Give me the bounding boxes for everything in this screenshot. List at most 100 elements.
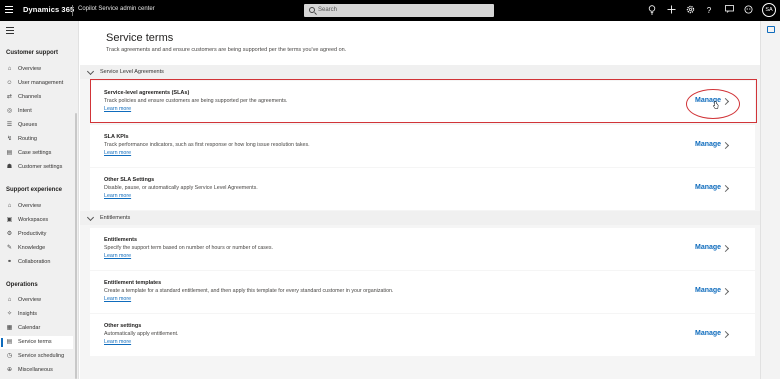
title-divider: [72, 5, 73, 16]
manage-button[interactable]: Manage: [695, 184, 721, 191]
sidebar-item-insights[interactable]: ✧ Insights: [0, 308, 73, 321]
queue-icon: ☰: [6, 122, 13, 128]
sidebar-item-label: Calendar: [18, 325, 41, 331]
sidebar-item-case-settings[interactable]: ▤ Case settings: [0, 147, 73, 160]
workspace-icon: ▣: [6, 217, 13, 223]
learn-more-link[interactable]: Learn more: [104, 150, 131, 156]
sidebar-item-channels[interactable]: ⇄ Channels: [0, 91, 73, 104]
page-header: Service terms Track agreements and and e…: [80, 21, 760, 65]
copilot-icon[interactable]: [743, 5, 753, 16]
manage-button[interactable]: Manage: [695, 287, 721, 294]
learn-more-link[interactable]: Learn more: [104, 339, 131, 345]
sidebar-item-workspaces[interactable]: ▣ Workspaces: [0, 214, 73, 227]
chevron-right-icon: [721, 97, 730, 106]
sidebar-item-user-management[interactable]: ☺ User management: [0, 77, 73, 90]
search-placeholder: Search: [318, 7, 338, 13]
sidebar-item-miscellaneous[interactable]: ⊕ Miscellaneous: [0, 364, 73, 377]
page-subtitle: Track agreements and and ensure customer…: [106, 47, 347, 53]
sidebar-item-overview[interactable]: ⌂ Overview: [0, 63, 73, 76]
chevron-down-icon: [86, 67, 95, 76]
card-title: Entitlement templates: [104, 280, 162, 286]
intent-icon: ◎: [6, 108, 13, 114]
service-terms-icon: ▤: [6, 339, 13, 345]
sidebar-item-collaboration[interactable]: ⚭ Collaboration: [0, 256, 73, 269]
help-icon[interactable]: ?: [704, 5, 714, 16]
sidebar-item-label: User management: [18, 80, 64, 86]
sidebar-scrollbar[interactable]: [75, 113, 77, 379]
card-description: Specify the support term based on number…: [104, 245, 274, 251]
card-description: Track policies and ensure customers are …: [104, 98, 288, 104]
card-description: Automatically apply entitlement.: [104, 331, 179, 337]
sidebar-item-customer-settings[interactable]: ☗ Customer settings: [0, 161, 73, 174]
sidebar-item-overview[interactable]: ⌂ Overview: [0, 294, 73, 307]
learn-more-link[interactable]: Learn more: [104, 193, 131, 199]
sidebar-item-label: Customer settings: [18, 164, 63, 170]
hamburger-menu-icon[interactable]: [6, 27, 14, 36]
sidebar-item-intent[interactable]: ◎ Intent: [0, 105, 73, 118]
card-entitlements: Entitlements Specify the support term ba…: [90, 228, 755, 270]
card-sla: Service-level agreements (SLAs) Track po…: [90, 81, 755, 123]
chevron-right-icon: [721, 184, 730, 193]
channels-icon: ⇄: [6, 94, 13, 100]
plus-icon[interactable]: [666, 5, 676, 16]
sidebar-item-routing[interactable]: ↯ Routing: [0, 133, 73, 146]
card-entitlement-templates: Entitlement templates Create a template …: [90, 271, 755, 313]
avatar[interactable]: SA: [762, 3, 776, 17]
feedback-icon[interactable]: [724, 5, 734, 16]
sidebar-item-knowledge[interactable]: ✎ Knowledge: [0, 242, 73, 255]
manage-button[interactable]: Manage: [695, 141, 721, 148]
chevron-right-icon: [721, 141, 730, 150]
home-icon: ⌂: [7, 66, 12, 72]
chevron-right-icon: [721, 244, 730, 253]
learn-more-link[interactable]: Learn more: [104, 253, 131, 259]
scheduling-icon: ◷: [6, 353, 13, 359]
manage-button[interactable]: Manage: [695, 244, 721, 251]
sidebar-item-productivity[interactable]: ⚙ Productivity: [0, 228, 73, 241]
card-title: Other settings: [104, 323, 142, 329]
chevron-right-icon: [721, 330, 730, 339]
sidebar-item-overview[interactable]: ⌂ Overview: [0, 200, 73, 213]
app-launcher-icon[interactable]: [5, 4, 15, 16]
chevron-right-icon: [721, 287, 730, 296]
search-input[interactable]: Search: [304, 4, 494, 17]
sidebar-item-label: Channels: [18, 94, 42, 100]
sidebar-item-label: Service terms: [18, 339, 52, 345]
sidebar-group-customer-support: Customer support: [6, 50, 59, 56]
app-name: Copilot Service admin center: [78, 6, 155, 12]
routing-icon: ↯: [6, 136, 13, 142]
section-header-sla[interactable]: Service Level Agreements: [80, 65, 760, 79]
user-icon: ☺: [6, 80, 13, 86]
sidebar-item-service-scheduling[interactable]: ◷ Service scheduling: [0, 350, 73, 363]
learn-more-link[interactable]: Learn more: [104, 296, 131, 302]
home-icon: ⌂: [7, 297, 12, 303]
chat-icon[interactable]: [767, 26, 775, 33]
productivity-icon: ⚙: [6, 231, 13, 237]
section-title: Entitlements: [100, 215, 131, 221]
sidebar-item-label: Overview: [18, 297, 41, 303]
sidebar-item-service-terms[interactable]: ▤ Service terms: [0, 336, 73, 349]
sidebar-item-calendar[interactable]: ▦ Calendar: [0, 322, 73, 335]
sidebar-item-label: Insights: [18, 311, 37, 317]
learn-more-link[interactable]: Learn more: [104, 106, 131, 112]
lightbulb-icon[interactable]: [647, 5, 657, 16]
card-title: Entitlements: [104, 237, 138, 243]
section-header-entitlements[interactable]: Entitlements: [80, 211, 760, 225]
manage-button[interactable]: Manage: [695, 330, 721, 337]
sidebar-item-label: Miscellaneous: [18, 367, 53, 373]
calendar-icon: ▦: [6, 325, 13, 331]
right-rail: [760, 21, 780, 379]
card-title: Service-level agreements (SLAs): [104, 90, 190, 96]
sidebar-item-queues[interactable]: ☰ Queues: [0, 119, 73, 132]
brand-title[interactable]: Dynamics 365: [23, 5, 74, 14]
sidebar-item-label: Case settings: [18, 150, 52, 156]
gear-icon[interactable]: [685, 5, 695, 16]
card-title: SLA KPIs: [104, 134, 129, 140]
sidebar-item-label: Productivity: [18, 231, 47, 237]
section-title: Service Level Agreements: [100, 69, 164, 75]
manage-button[interactable]: Manage: [695, 97, 721, 104]
sidebar-group-support-experience: Support experience: [6, 187, 63, 193]
sidebar-item-label: Routing: [18, 136, 37, 142]
card-sla-kpis: SLA KPIs Track performance indicators, s…: [90, 125, 755, 167]
misc-icon: ⊕: [6, 367, 13, 373]
sidebar-item-label: Workspaces: [18, 217, 49, 223]
